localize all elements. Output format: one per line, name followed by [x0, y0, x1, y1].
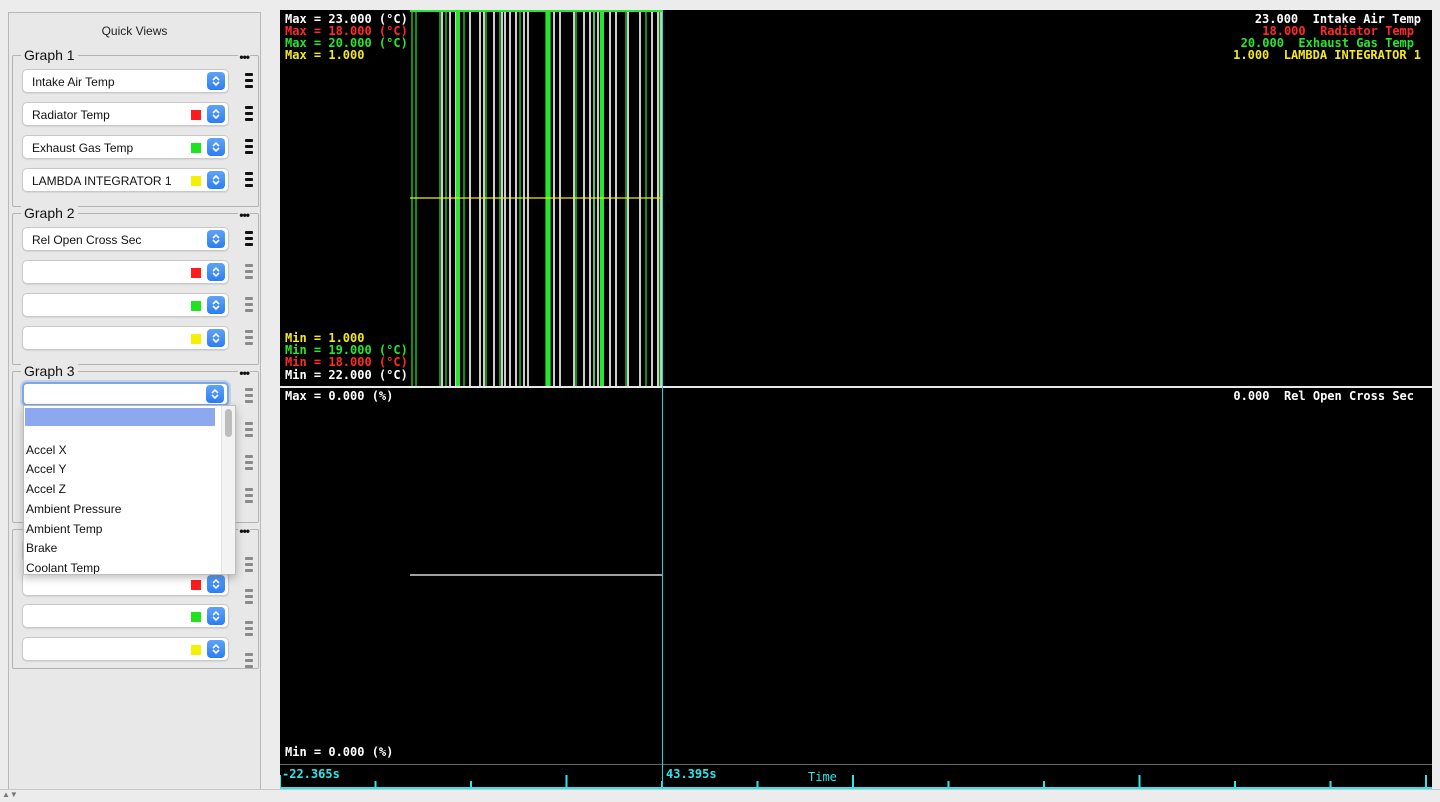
dropdown-item[interactable]: Coolant Temp [26, 561, 100, 574]
group-menu-icon[interactable]: ••• [238, 367, 250, 379]
status-bar: ▲▼ [0, 789, 1440, 802]
color-swatch-green[interactable] [191, 612, 201, 622]
color-swatch-red[interactable] [191, 580, 201, 590]
quick-views-title: Quick Views [101, 24, 168, 38]
group-title: Graph 3 [21, 363, 78, 379]
group-title: Graph 2 [21, 205, 78, 221]
channel-select[interactable]: Radiator Temp [22, 102, 229, 126]
chevron-updown-icon[interactable] [207, 72, 225, 90]
dropdown-scrollbar[interactable] [221, 406, 235, 574]
chevron-updown-icon[interactable] [207, 138, 225, 156]
drag-handle-icon[interactable] [245, 555, 253, 575]
drag-handle-icon[interactable] [245, 651, 253, 671]
chevron-updown-icon[interactable] [206, 385, 224, 403]
drag-handle-icon[interactable] [245, 104, 253, 124]
channel-select-value: Rel Open Cross Sec [32, 233, 142, 247]
app-window: Quick Views Graph 1 ••• Intake Air Temp … [0, 0, 1440, 802]
channel-select-value: Intake Air Temp [32, 75, 115, 89]
channel-select[interactable]: Exhaust Gas Temp [22, 135, 229, 159]
color-swatch-red[interactable] [191, 268, 201, 278]
graph-1-panel[interactable]: Max = 23.000 (°C) Max = 18.000 (°C) Max … [280, 10, 1432, 386]
drag-handle-icon[interactable] [245, 229, 253, 249]
group-menu-icon[interactable]: ••• [238, 51, 250, 63]
channel-select-value: LAMBDA INTEGRATOR 1 [32, 174, 172, 188]
time-axis-title: Time [808, 770, 837, 784]
time-cursor-line[interactable] [662, 10, 663, 788]
graph-1-traces [410, 10, 662, 386]
channel-select[interactable] [22, 604, 229, 628]
dropdown-item[interactable]: Accel Y [26, 462, 66, 476]
quick-views-panel: Quick Views Graph 1 ••• Intake Air Temp … [8, 12, 261, 790]
chevron-updown-icon[interactable] [207, 263, 225, 281]
min-label-rel-open-cross-sec: Min = 0.000 (%) [285, 745, 394, 759]
group-title: Graph 1 [21, 47, 78, 63]
chevron-updown-icon[interactable] [207, 329, 225, 347]
graph-1-group: Graph 1 ••• Intake Air Temp Radiator Tem… [12, 47, 259, 207]
drag-handle-icon[interactable] [245, 587, 253, 607]
chevron-updown-icon[interactable] [207, 640, 225, 658]
dropdown-item[interactable]: Accel Z [26, 482, 66, 496]
channel-select[interactable] [22, 572, 229, 596]
chevron-updown-icon[interactable] [207, 575, 225, 593]
max-label-rel-open-cross-sec: Max = 0.000 (%) [285, 389, 394, 403]
drag-handle-icon[interactable] [245, 137, 253, 157]
max-label-lambda: Max = 1.000 [285, 48, 365, 62]
time-axis-ticks [280, 775, 1432, 789]
drag-handle-icon[interactable] [245, 453, 253, 473]
chevron-updown-icon[interactable] [207, 171, 225, 189]
chevron-updown-icon[interactable] [207, 607, 225, 625]
drag-handle-icon[interactable] [245, 328, 253, 348]
dropdown-item[interactable]: Ambient Pressure [26, 502, 121, 516]
chevron-updown-icon[interactable] [207, 105, 225, 123]
channel-select[interactable]: Intake Air Temp [22, 69, 229, 93]
color-swatch-yellow[interactable] [191, 334, 201, 344]
group-menu-icon[interactable]: ••• [238, 209, 250, 221]
graph-2-group: Graph 2 ••• Rel Open Cross Sec [12, 205, 259, 365]
dropdown-item[interactable]: Ambient Temp [26, 522, 102, 536]
min-label-intake-air-temp: Min = 22.000 (°C) [285, 368, 408, 382]
dropdown-item[interactable]: Accel X [26, 443, 67, 457]
channel-select-value: Radiator Temp [32, 108, 110, 122]
drag-handle-icon[interactable] [245, 295, 253, 315]
channel-select[interactable] [22, 637, 229, 661]
channel-select[interactable] [22, 293, 229, 317]
channel-select[interactable] [22, 260, 229, 284]
color-swatch-yellow[interactable] [191, 645, 201, 655]
legend-rel-open-cross-sec: 0.000 Rel Open Cross Sec [1233, 389, 1414, 403]
scroll-arrows-icon[interactable]: ▲▼ [2, 790, 18, 799]
channel-select-open[interactable] [22, 382, 229, 406]
channel-select[interactable] [22, 326, 229, 350]
legend-lambda-integrator: 1.000 LAMBDA INTEGRATOR 1 [1233, 48, 1421, 62]
time-start-label: -22.365s [282, 767, 340, 781]
drag-handle-icon[interactable] [245, 386, 253, 406]
channel-select[interactable]: LAMBDA INTEGRATOR 1 [22, 168, 229, 192]
drag-handle-icon[interactable] [245, 262, 253, 282]
graph-2-traces [410, 574, 662, 576]
chevron-updown-icon[interactable] [207, 296, 225, 314]
color-swatch-yellow[interactable] [191, 176, 201, 186]
color-swatch-green[interactable] [191, 301, 201, 311]
drag-handle-icon[interactable] [245, 420, 253, 440]
color-swatch-red[interactable] [191, 110, 201, 120]
group-menu-icon[interactable]: ••• [238, 525, 250, 537]
drag-handle-icon[interactable] [245, 486, 253, 506]
channel-select-value: Exhaust Gas Temp [32, 141, 134, 155]
dropdown-item[interactable]: Brake [26, 541, 57, 555]
scroll-thumb[interactable] [225, 409, 232, 437]
time-cursor-label: 43.395s [666, 767, 717, 781]
dropdown-selected-item[interactable] [25, 408, 215, 426]
drag-handle-icon[interactable] [245, 619, 253, 639]
graph-area[interactable]: Max = 23.000 (°C) Max = 18.000 (°C) Max … [280, 10, 1432, 789]
channel-dropdown-list: Accel X Accel Y Accel Z Ambient Pressure… [23, 405, 236, 575]
channel-select[interactable]: Rel Open Cross Sec [22, 227, 229, 251]
graph-2-panel[interactable]: Max = 0.000 (%) Min = 0.000 (%) 0.000 Re… [280, 388, 1432, 764]
time-axis[interactable]: -22.365s 43.395s Time [280, 764, 1432, 789]
chevron-updown-icon[interactable] [207, 230, 225, 248]
color-swatch-green[interactable] [191, 143, 201, 153]
drag-handle-icon[interactable] [245, 170, 253, 190]
drag-handle-icon[interactable] [245, 71, 253, 91]
